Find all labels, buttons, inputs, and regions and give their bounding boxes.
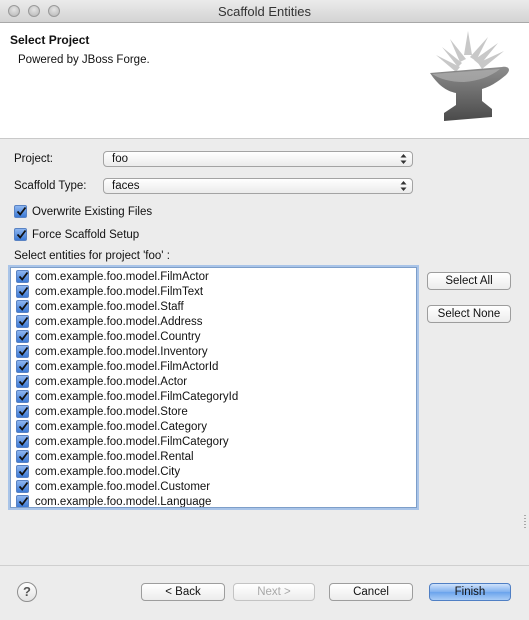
entity-label: com.example.foo.model.FilmCategoryId	[35, 390, 239, 403]
scaffold-entities-dialog: Scaffold Entities Select Project Powered…	[0, 0, 529, 620]
checkmark-icon	[18, 331, 29, 341]
resize-grip[interactable]	[524, 515, 527, 533]
entities-list-label: Select entities for project 'foo' :	[14, 250, 170, 262]
entity-checkbox[interactable]	[16, 465, 29, 478]
entity-checkbox[interactable]	[16, 300, 29, 313]
entity-checkbox[interactable]	[16, 450, 29, 463]
title-bar[interactable]: Scaffold Entities	[0, 0, 529, 23]
scaffold-type-label: Scaffold Type:	[14, 180, 87, 192]
list-item[interactable]: com.example.foo.model.FilmText	[11, 284, 416, 299]
entity-checkbox[interactable]	[16, 345, 29, 358]
back-button[interactable]: < Back	[141, 583, 225, 601]
cancel-button[interactable]: Cancel	[329, 583, 413, 601]
forge-anvil-icon	[430, 31, 509, 121]
entity-checkbox[interactable]	[16, 495, 29, 507]
entity-checkbox[interactable]	[16, 420, 29, 433]
list-item[interactable]: com.example.foo.model.Inventory	[11, 344, 416, 359]
checkmark-icon	[18, 301, 29, 311]
entity-checkbox[interactable]	[16, 405, 29, 418]
page-description: Powered by JBoss Forge.	[18, 54, 150, 66]
help-button[interactable]: ?	[17, 582, 37, 602]
entity-label: com.example.foo.model.FilmText	[35, 285, 204, 298]
overwrite-label: Overwrite Existing Files	[32, 205, 153, 218]
list-item[interactable]: com.example.foo.model.FilmActor	[11, 269, 416, 284]
checkmark-icon	[18, 286, 29, 296]
list-item[interactable]: com.example.foo.model.Country	[11, 329, 416, 344]
checkmark-icon	[18, 421, 29, 431]
checkmark-icon	[18, 451, 29, 461]
overwrite-existing-files-option[interactable]: Overwrite Existing Files	[14, 205, 152, 218]
entity-label: com.example.foo.model.Actor	[35, 375, 188, 388]
select-arrows-icon	[400, 154, 407, 164]
entity-label: com.example.foo.model.FilmActorId	[35, 360, 219, 373]
entity-label: com.example.foo.model.Store	[35, 405, 188, 418]
select-none-button[interactable]: Select None	[427, 305, 511, 323]
entity-label: com.example.foo.model.Country	[35, 330, 201, 343]
entity-checkbox[interactable]	[16, 330, 29, 343]
wizard-banner: Select Project Powered by JBoss Forge.	[0, 23, 529, 139]
checkmark-icon	[18, 466, 29, 476]
entity-label: com.example.foo.model.FilmActor	[35, 270, 209, 283]
entity-label: com.example.foo.model.Address	[35, 315, 203, 328]
entity-checkbox[interactable]	[16, 315, 29, 328]
force-scaffold-setup-option[interactable]: Force Scaffold Setup	[14, 228, 139, 241]
list-item[interactable]: com.example.foo.model.Category	[11, 419, 416, 434]
checkmark-icon	[18, 406, 29, 416]
window-title: Scaffold Entities	[218, 4, 311, 19]
entity-checkbox[interactable]	[16, 360, 29, 373]
list-item[interactable]: com.example.foo.model.Customer	[11, 479, 416, 494]
entity-label: com.example.foo.model.Language	[35, 495, 212, 508]
project-label: Project:	[14, 153, 53, 165]
entity-label: com.example.foo.model.City	[35, 465, 181, 478]
checkmark-icon	[18, 316, 29, 326]
list-item[interactable]: com.example.foo.model.City	[11, 464, 416, 479]
checkmark-icon	[18, 346, 29, 356]
entity-label: com.example.foo.model.Customer	[35, 480, 211, 493]
list-item[interactable]: com.example.foo.model.Rental	[11, 449, 416, 464]
checkmark-icon	[18, 391, 29, 401]
checkmark-icon	[16, 206, 27, 216]
entity-label: com.example.foo.model.Inventory	[35, 345, 208, 358]
footer-separator	[0, 565, 529, 566]
entities-list[interactable]: com.example.foo.model.FilmActor com.examp…	[10, 267, 417, 508]
select-arrows-icon	[400, 181, 407, 191]
checkmark-icon	[18, 496, 29, 506]
scaffold-type-select[interactable]: faces	[103, 178, 413, 194]
list-item[interactable]: com.example.foo.model.FilmActorId	[11, 359, 416, 374]
list-item[interactable]: com.example.foo.model.Staff	[11, 299, 416, 314]
list-item[interactable]: com.example.foo.model.Address	[11, 314, 416, 329]
overwrite-checkbox[interactable]	[14, 205, 27, 218]
list-item[interactable]: com.example.foo.model.Language	[11, 494, 416, 508]
entity-label: com.example.foo.model.Staff	[35, 300, 184, 313]
entity-checkbox[interactable]	[16, 285, 29, 298]
list-item[interactable]: com.example.foo.model.Store	[11, 404, 416, 419]
entity-label: com.example.foo.model.Rental	[35, 450, 194, 463]
entity-checkbox[interactable]	[16, 480, 29, 493]
checkmark-icon	[18, 361, 29, 371]
page-title: Select Project	[10, 33, 90, 47]
project-select[interactable]: foo	[103, 151, 413, 167]
entity-label: com.example.foo.model.FilmCategory	[35, 435, 229, 448]
entity-checkbox[interactable]	[16, 270, 29, 283]
list-item[interactable]: com.example.foo.model.FilmCategoryId	[11, 389, 416, 404]
entity-label: com.example.foo.model.Category	[35, 420, 207, 433]
list-item[interactable]: com.example.foo.model.FilmCategory	[11, 434, 416, 449]
entity-checkbox[interactable]	[16, 375, 29, 388]
entity-checkbox[interactable]	[16, 435, 29, 448]
force-setup-label: Force Scaffold Setup	[32, 228, 140, 241]
checkmark-icon	[18, 271, 29, 281]
checkmark-icon	[18, 436, 29, 446]
force-setup-checkbox[interactable]	[14, 228, 27, 241]
next-button[interactable]: Next >	[233, 583, 315, 601]
list-item[interactable]: com.example.foo.model.Actor	[11, 374, 416, 389]
project-select-value: foo	[112, 153, 128, 165]
checkmark-icon	[18, 376, 29, 386]
finish-button[interactable]: Finish	[429, 583, 511, 601]
checkmark-icon	[16, 229, 27, 239]
scaffold-type-value: faces	[112, 180, 140, 192]
checkmark-icon	[18, 481, 29, 491]
select-all-button[interactable]: Select All	[427, 272, 511, 290]
entity-checkbox[interactable]	[16, 390, 29, 403]
